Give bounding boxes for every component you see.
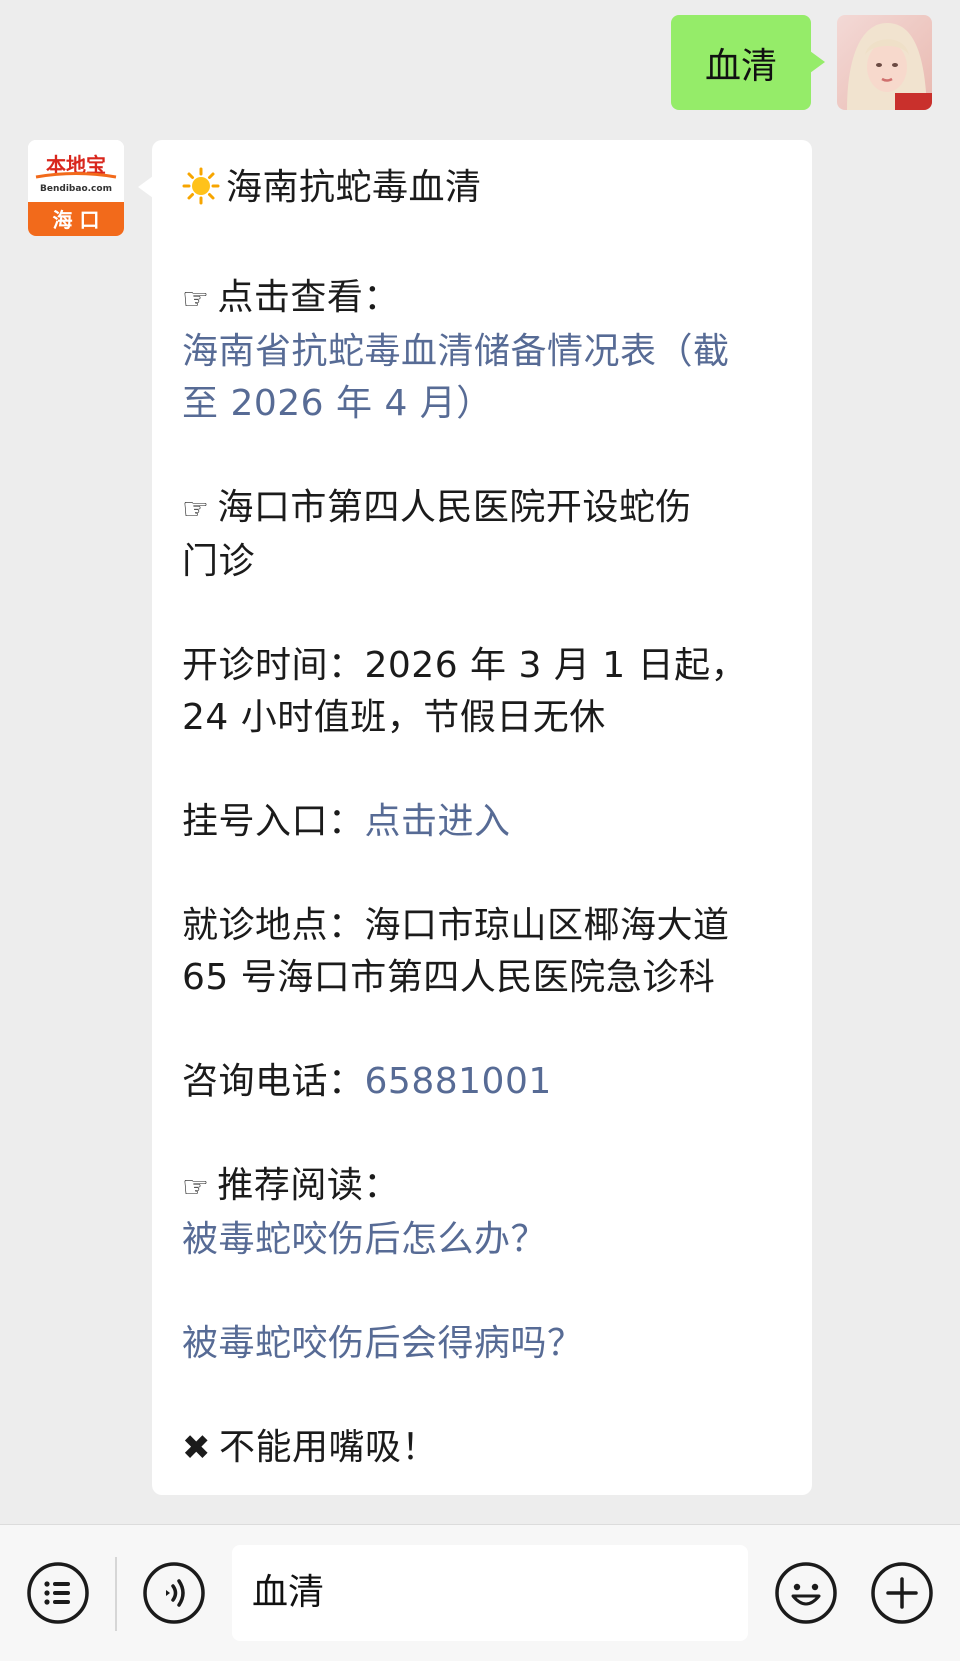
hours-line2: 24 小时值班，节假日无休	[182, 697, 606, 738]
warning-line: ✖ 不能用嘴吸！	[182, 1422, 782, 1474]
voice-icon[interactable]	[142, 1561, 206, 1625]
toolbar-divider	[115, 1557, 117, 1631]
input-toolbar: 血清	[0, 1524, 960, 1661]
address-line1: 就诊地点：海口市琼山区椰海大道	[182, 905, 730, 946]
outgoing-message-bubble[interactable]: 血清	[671, 15, 825, 110]
user-avatar[interactable]	[837, 15, 932, 110]
logo-city-text: 海 口	[53, 208, 100, 232]
logo-site-text: Bendibao.com	[40, 184, 112, 194]
official-account-avatar[interactable]: 本地宝 Bendibao.com 海 口	[28, 140, 124, 236]
message-title: 海南抗蛇毒血清	[182, 162, 782, 220]
click-view-line: ☞ 点击查看：	[182, 272, 782, 326]
pointing-hand-icon: ☞	[182, 1170, 210, 1205]
emoji-icon[interactable]	[774, 1561, 838, 1625]
message-input-text: 血清	[252, 1572, 325, 1613]
message-input[interactable]: 血清	[232, 1545, 748, 1641]
menu-list-icon[interactable]	[26, 1561, 90, 1625]
outgoing-message-row: 血清	[671, 15, 932, 110]
plus-icon[interactable]	[870, 1561, 934, 1625]
incoming-message-bubble[interactable]: 海南抗蛇毒血清 ☞ 点击查看： 海南省抗蛇毒血清储备情况表（截 至 2026 年 …	[138, 140, 812, 1495]
phone-number-link[interactable]: 65881001	[365, 1061, 552, 1102]
click-view-label: 点击查看：	[217, 277, 400, 318]
reserve-table-link-cont[interactable]: 至 2026 年 4 月）	[182, 378, 782, 430]
registration-link[interactable]: 点击进入	[365, 801, 511, 842]
warning-text: 不能用嘴吸！	[219, 1427, 439, 1468]
recommend-label: 推荐阅读：	[217, 1165, 400, 1206]
phone-line: 咨询电话：65881001	[182, 1056, 782, 1108]
address-line2: 65 号海口市第四人民医院急诊科	[182, 957, 716, 998]
chat-area[interactable]: 血清 本地宝 Bendibao.com 海 口 海南抗蛇毒血清 ☞ 点击查看： …	[0, 0, 960, 1524]
reserve-link-line2[interactable]: 至 2026 年 4 月）	[182, 383, 493, 424]
registration-label: 挂号入口：	[182, 801, 365, 842]
clinic-line: ☞ 海口市第四人民医院开设蛇伤	[182, 482, 782, 536]
pointing-hand-icon: ☞	[182, 282, 210, 317]
phone-label: 咨询电话：	[182, 1061, 365, 1102]
hours-line1: 开诊时间：2026 年 3 月 1 日起，	[182, 645, 748, 686]
recommend-link-2[interactable]: 被毒蛇咬伤后会得病吗？	[182, 1318, 782, 1370]
registration-line: 挂号入口：点击进入	[182, 796, 782, 848]
reserve-link-line1[interactable]: 海南省抗蛇毒血清储备情况表（截	[182, 331, 730, 372]
reserve-table-link[interactable]: 海南省抗蛇毒血清储备情况表（截	[182, 326, 782, 378]
title-text: 海南抗蛇毒血清	[226, 167, 482, 208]
clinic-text-line1: 海口市第四人民医院开设蛇伤	[217, 487, 692, 528]
recommend-link-1[interactable]: 被毒蛇咬伤后怎么办？	[182, 1214, 782, 1266]
pointing-hand-icon: ☞	[182, 492, 210, 527]
clinic-text-line2: 门诊	[182, 541, 256, 582]
cross-mark-icon: ✖	[182, 1428, 211, 1468]
recommend-line: ☞ 推荐阅读：	[182, 1160, 782, 1214]
outgoing-message-text: 血清	[704, 45, 777, 87]
sun-icon	[182, 167, 220, 220]
